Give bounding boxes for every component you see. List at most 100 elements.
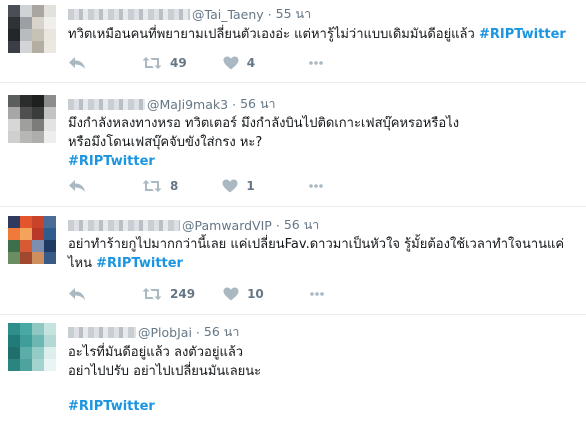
tweet-text-line: อะไรที่มันดีอยู่แล้ว ลงตัวอยู่แล้ว [68, 345, 244, 360]
blurred-display-name[interactable] [68, 98, 145, 110]
timestamp[interactable]: 56 นา [204, 322, 239, 342]
avatar-pixel [44, 119, 56, 131]
user-handle[interactable]: @Tai_Taeny [192, 7, 264, 22]
avatar-pixel [8, 29, 20, 41]
more-options-button[interactable] [309, 292, 324, 296]
like-button[interactable]: 10 [223, 287, 264, 301]
tweet-header: @Tai_Taeny · 55 นา [68, 6, 311, 22]
avatar-pixel [44, 323, 56, 335]
user-handle[interactable]: @PlobJai [138, 325, 192, 340]
tweet-text-body: ทวิตเหมือนคนที่พยายามเปลี่ยนตัวเองอ่ะ แต… [68, 27, 475, 42]
tweet-actions: 49 4 [68, 53, 323, 73]
reply-button[interactable] [68, 56, 86, 70]
avatar-pixel [32, 335, 44, 347]
avatar-pixel [32, 323, 44, 335]
avatar-pixel [32, 119, 44, 131]
avatar-pixel [44, 17, 56, 29]
timestamp[interactable]: 56 นา [240, 94, 275, 114]
hashtag-link[interactable]: #RIPTwitter [96, 256, 183, 271]
avatar-pixel [44, 95, 56, 107]
avatar[interactable] [8, 216, 56, 264]
like-count: 10 [247, 287, 264, 301]
avatar-pixel [20, 252, 32, 264]
retweet-count: 8 [170, 179, 179, 193]
timestamp[interactable]: 55 นา [276, 4, 311, 24]
tweet-header: @PamwardVIP · 56 นา [68, 217, 319, 233]
blurred-display-name[interactable] [68, 8, 190, 20]
separator: · [267, 6, 272, 22]
like-button[interactable]: 1 [222, 179, 255, 193]
tweet[interactable]: @PlobJai · 56 นา อะไรที่มันดีอยู่แล้ว ลง… [0, 318, 586, 425]
tweet[interactable]: @Tai_Taeny · 55 นา ทวิตเหมือนคนที่พยายาม… [0, 0, 586, 83]
avatar-pixel [20, 5, 32, 17]
avatar-pixel [20, 228, 32, 240]
tweet-header: @PlobJai · 56 นา [68, 324, 239, 340]
tweet-header: @MaJi9mak3 · 56 นา [68, 96, 276, 112]
avatar[interactable] [8, 323, 56, 371]
avatar-pixel [20, 29, 32, 41]
avatar-pixel [8, 131, 20, 143]
avatar[interactable] [8, 5, 56, 53]
avatar-pixel [32, 5, 44, 17]
avatar-pixel [8, 335, 20, 347]
reply-icon [69, 180, 85, 192]
avatar-pixel [44, 335, 56, 347]
avatar-pixel [32, 347, 44, 359]
avatar-pixel [20, 240, 32, 252]
user-handle[interactable]: @PamwardVIP [182, 218, 272, 233]
tweet-text-hashtag-line: #RIPTwitter [68, 397, 578, 416]
user-handle[interactable]: @MaJi9mak3 [147, 97, 228, 112]
avatar-pixel [44, 216, 56, 228]
avatar-pixel [8, 119, 20, 131]
avatar[interactable] [8, 95, 56, 143]
avatar-pixel [8, 347, 20, 359]
like-count: 4 [246, 56, 256, 70]
avatar-pixel [8, 359, 20, 371]
tweet-text: อย่าทำร้ายกูไปมากกว่านี้เลย แค่เปลี่ยนFa… [68, 235, 578, 273]
hashtag-link[interactable]: #RIPTwitter [68, 399, 155, 414]
hashtag-link[interactable]: #RIPTwitter [479, 27, 566, 42]
tweet-text-line: ไหน [68, 256, 97, 271]
hashtag-link[interactable]: #RIPTwitter [68, 154, 155, 169]
retweet-button[interactable]: 8 [142, 179, 178, 193]
more-options-button[interactable] [309, 61, 323, 65]
avatar-pixel [44, 240, 56, 252]
tweet-text-line: อย่าทำร้ายกูไปมากกว่านี้เลย แค่เปลี่ยนFa… [68, 237, 565, 252]
avatar-pixel [20, 347, 32, 359]
reply-button[interactable] [68, 287, 86, 301]
blurred-display-name[interactable] [68, 326, 136, 338]
retweet-button[interactable]: 49 [142, 56, 187, 70]
tweet-text-line: มึงกำลังหลงทางหรอ ทวิตเตอร์ มึงกำลังบินไ… [68, 116, 460, 131]
avatar-pixel [32, 216, 44, 228]
blurred-display-name[interactable] [68, 219, 180, 231]
avatar-pixel [44, 359, 56, 371]
tweet[interactable]: @MaJi9mak3 · 56 นา มึงกำลังหลงทางหรอ ทวิ… [0, 90, 586, 207]
separator: · [275, 217, 280, 233]
avatar-pixel [44, 29, 56, 41]
avatar-pixel [32, 17, 44, 29]
avatar-pixel [20, 131, 32, 143]
avatar-pixel [8, 216, 20, 228]
avatar-pixel [20, 359, 32, 371]
like-count: 1 [246, 179, 255, 193]
tweet-text-line: หรือมึงโดนเฟสบุ๊คจับขังใส่กรง หะ? [68, 135, 263, 150]
tweet-feed: @Tai_Taeny · 55 นา ทวิตเหมือนคนที่พยายาม… [0, 0, 586, 425]
more-icon [309, 61, 323, 65]
reply-button[interactable] [68, 179, 86, 193]
retweet-icon [142, 180, 162, 192]
heart-icon [223, 56, 239, 70]
avatar-pixel [32, 240, 44, 252]
more-options-button[interactable] [308, 184, 323, 188]
avatar-pixel [32, 107, 44, 119]
avatar-pixel [8, 17, 20, 29]
avatar-pixel [8, 252, 20, 264]
avatar-pixel [8, 107, 20, 119]
avatar-pixel [20, 41, 32, 53]
heart-icon [222, 179, 238, 193]
like-button[interactable]: 4 [223, 56, 255, 70]
tweet-text-line: อย่าไปปรับ อย่าไปเปลี่ยนมันเลยนะ [68, 364, 262, 379]
tweet[interactable]: @PamwardVIP · 56 นา อย่าทำร้ายกูไปมากกว่… [0, 211, 586, 315]
avatar-pixel [44, 41, 56, 53]
timestamp[interactable]: 56 นา [284, 215, 319, 235]
retweet-button[interactable]: 249 [142, 287, 195, 301]
